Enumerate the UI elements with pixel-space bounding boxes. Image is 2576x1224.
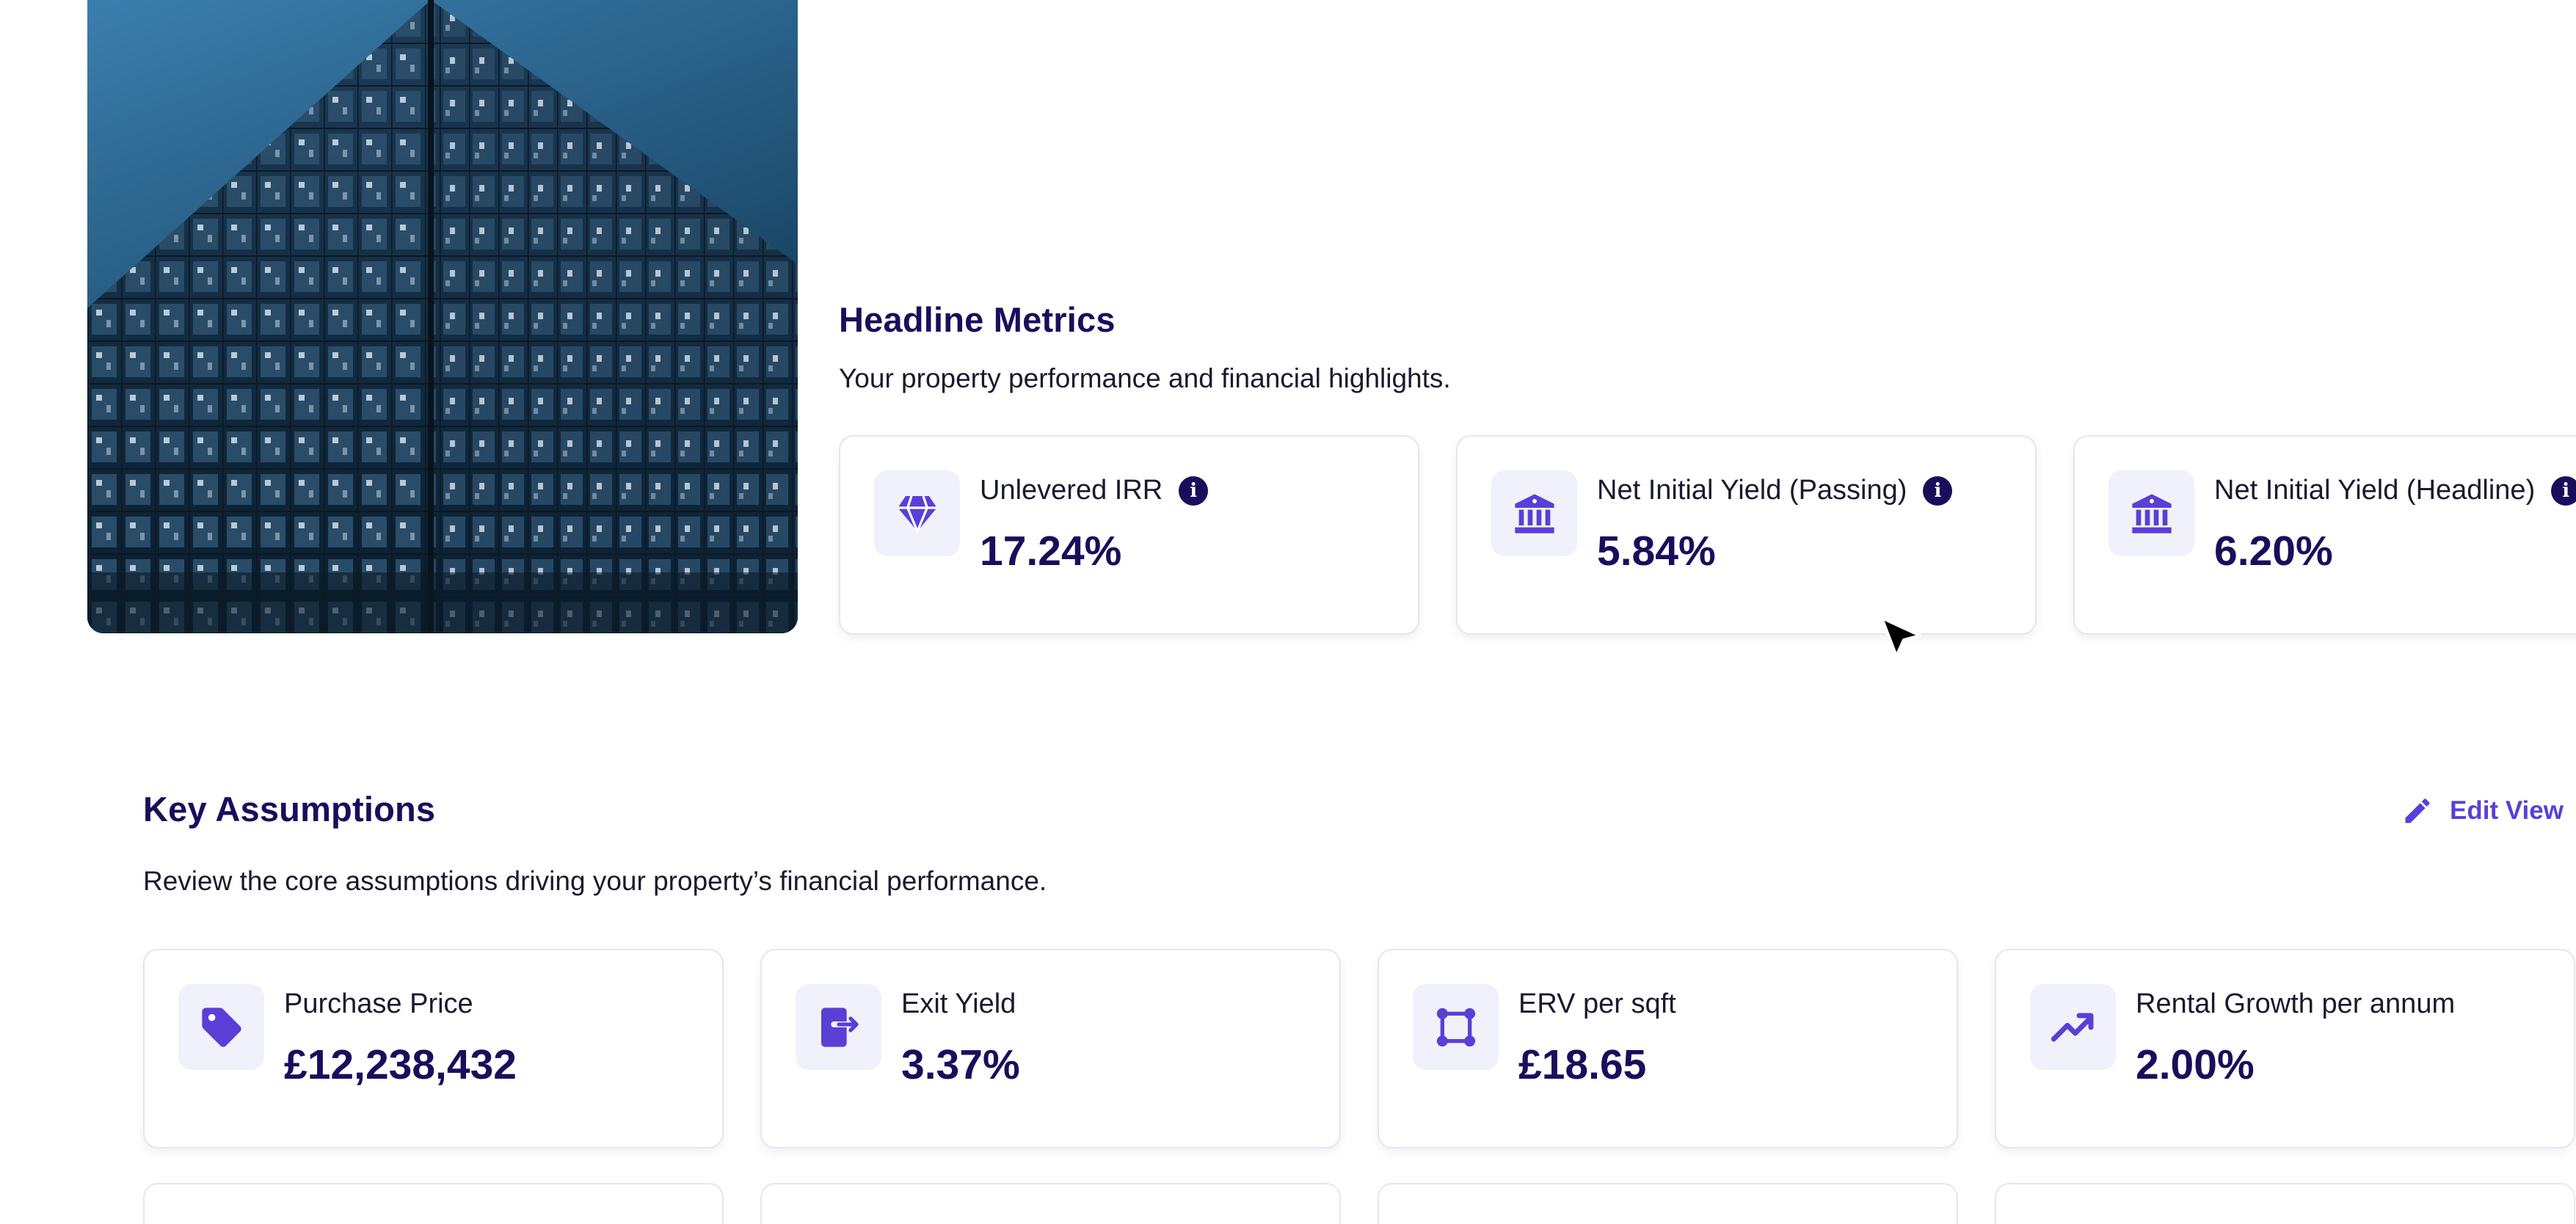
assumption-card-rental-growth: Rental Growth per annum 2.00%: [1995, 949, 2575, 1148]
metric-label-row: Net Initial Yield (Headline) i: [2214, 475, 2576, 506]
metric-card-niy-passing: Net Initial Yield (Passing) i 5.84%: [1456, 435, 2037, 635]
assumption-value: £12,238,432: [284, 1041, 517, 1088]
metric-card-unlevered-irr: Unlevered IRR i 17.24%: [839, 435, 1419, 635]
assumption-card-peek: [1378, 1183, 1958, 1224]
exit-icon: [796, 984, 881, 1070]
headline-metrics-subtitle: Your property performance and financial …: [839, 363, 1451, 393]
edit-view-label: Edit View: [2450, 796, 2564, 825]
trending-up-icon: [2030, 984, 2116, 1070]
assumption-label: ERV per sqft: [1518, 988, 1676, 1019]
info-icon[interactable]: i: [2551, 476, 2576, 506]
assumption-card-peek: [1995, 1183, 2575, 1224]
assumption-card-purchase-price: Purchase Price £12,238,432: [143, 949, 724, 1148]
assumption-label: Rental Growth per annum: [2136, 988, 2456, 1019]
key-assumptions-title: Key Assumptions: [143, 790, 436, 828]
tag-icon: [178, 984, 264, 1070]
metric-value: 17.24%: [980, 528, 1122, 575]
metric-value: 6.20%: [2214, 528, 2333, 575]
assumption-value: 2.00%: [2136, 1041, 2255, 1088]
info-icon[interactable]: i: [1179, 476, 1209, 506]
assumption-label: Exit Yield: [901, 988, 1016, 1019]
bank-icon: [1491, 470, 1577, 556]
bank-icon: [2109, 470, 2194, 556]
assumption-card-exit-yield: Exit Yield 3.37%: [760, 949, 1341, 1148]
metric-label-row: Net Initial Yield (Passing) i: [1597, 475, 1953, 506]
metric-label: Unlevered IRR: [980, 475, 1163, 506]
diamond-icon: [874, 470, 960, 556]
assumption-card-peek: [143, 1183, 724, 1224]
assumption-card-erv-per-sqft: ERV per sqft £18.65: [1378, 949, 1958, 1148]
info-icon[interactable]: i: [1923, 476, 1953, 506]
mouse-cursor-icon: [1880, 616, 1921, 657]
assumption-card-peek: [760, 1183, 1341, 1224]
assumption-label: Purchase Price: [284, 988, 473, 1019]
page: Headline Metrics Your property performan…: [0, 0, 2576, 1224]
metric-label: Net Initial Yield (Headline): [2214, 475, 2536, 506]
property-photo: [87, 0, 798, 633]
metric-value: 5.84%: [1597, 528, 1716, 575]
metric-card-niy-headline: Net Initial Yield (Headline) i 6.20%: [2073, 435, 2576, 635]
area-icon: [1413, 984, 1499, 1070]
assumption-value: 3.37%: [901, 1041, 1020, 1088]
headline-metrics-title: Headline Metrics: [839, 300, 1116, 339]
metric-label: Net Initial Yield (Passing): [1597, 475, 1907, 506]
pencil-icon: [2405, 798, 2430, 823]
metric-label-row: Unlevered IRR i: [980, 475, 1209, 506]
edit-view-button[interactable]: Edit View: [2401, 795, 2564, 827]
assumption-value: £18.65: [1518, 1041, 1647, 1088]
key-assumptions-subtitle: Review the core assumptions driving your…: [143, 866, 1047, 896]
